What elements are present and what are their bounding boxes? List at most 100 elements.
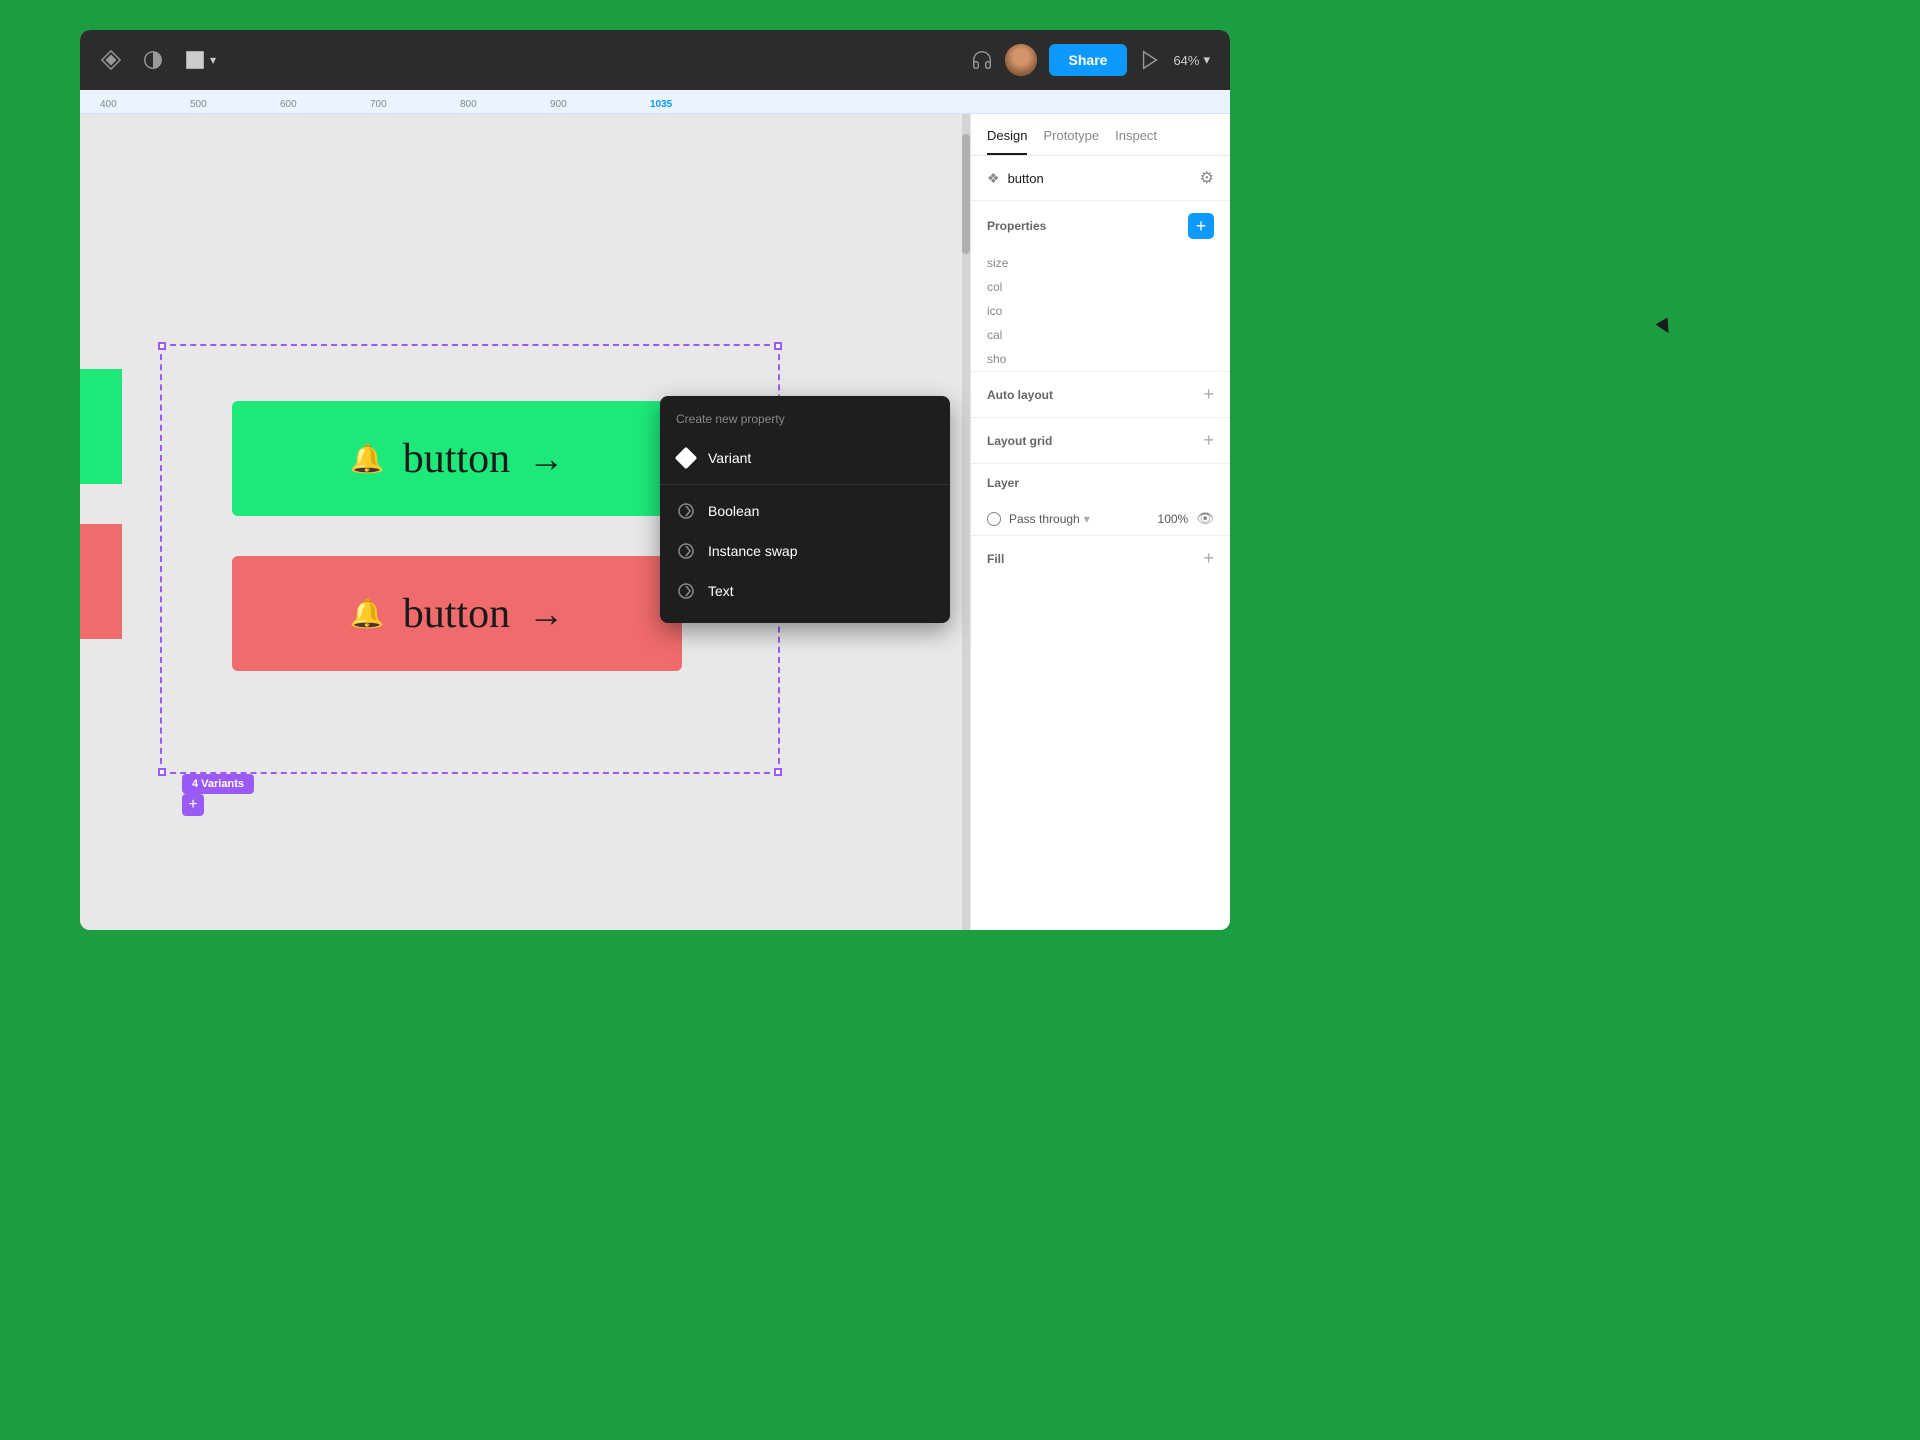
boolean-icon <box>676 501 696 521</box>
property-key-col: col <box>987 280 1214 294</box>
swatch-green <box>80 369 122 484</box>
ruler: 400 500 600 700 800 900 1035 <box>80 90 1230 114</box>
tab-prototype[interactable]: Prototype <box>1043 128 1099 155</box>
layout-grid-section: Layout grid + <box>971 417 1230 463</box>
layer-row: Pass through ▾ 100% 👁 <box>971 502 1230 535</box>
button-label-red: button <box>403 590 510 638</box>
property-row-sho: sho <box>971 347 1230 371</box>
zoom-control[interactable]: 64% ▾ <box>1173 52 1210 68</box>
auto-layout-section: Auto layout + <box>971 371 1230 417</box>
arrow-icon-green: → <box>528 438 564 480</box>
bell-icon-green: 🔔 <box>350 442 385 475</box>
ruler-mark-800: 800 <box>460 90 477 113</box>
settings-icon[interactable]: ⚙ <box>1200 168 1214 188</box>
instance-swap-icon <box>676 541 696 561</box>
dropdown-label-boolean: Boolean <box>708 503 759 519</box>
property-row-size: size <box>971 251 1230 275</box>
dropdown-item-text[interactable]: Text <box>660 571 950 611</box>
dropdown-item-boolean[interactable]: Boolean <box>660 491 950 531</box>
create-property-dropdown: Create new property Variant <box>660 396 950 623</box>
layer-blend-chevron-icon: ▾ <box>1084 512 1090 526</box>
fill-section: Fill + <box>971 535 1230 581</box>
layout-grid-title: Layout grid <box>987 434 1052 448</box>
avatar[interactable] <box>1005 44 1037 76</box>
contrast-icon[interactable] <box>142 49 164 71</box>
dropdown-item-variant[interactable]: Variant <box>660 438 950 478</box>
fill-section-header: Fill + <box>971 536 1230 581</box>
tab-inspect[interactable]: Inspect <box>1115 128 1157 155</box>
variant-icon <box>676 448 696 468</box>
layer-blend-mode-value: Pass through <box>1009 512 1080 526</box>
corner-handle-tr <box>774 342 782 350</box>
property-key-ico: ico <box>987 304 1214 318</box>
panel-tabs: Design Prototype Inspect <box>971 114 1230 156</box>
layer-title: Layer <box>987 476 1019 490</box>
dropdown-label-instance-swap: Instance swap <box>708 543 798 559</box>
ruler-mark-500: 500 <box>190 90 207 113</box>
toolbar-center: Share 64% ▾ <box>971 44 1210 76</box>
layer-blend-icon <box>987 512 1001 526</box>
fill-add-button[interactable]: + <box>1203 548 1214 569</box>
toolbar: ▾ Share <box>80 30 1230 90</box>
figma-logo-icon[interactable] <box>100 49 122 71</box>
property-key-sho: sho <box>987 352 1214 366</box>
bell-icon-red: 🔔 <box>350 597 385 630</box>
corner-handle-bl <box>158 768 166 776</box>
auto-layout-title: Auto layout <box>987 388 1053 402</box>
add-property-icon: + <box>1196 216 1207 237</box>
add-property-button[interactable]: + <box>1188 213 1214 239</box>
button-label-green: button <box>403 435 510 483</box>
canvas-scrollbar[interactable] <box>962 114 970 930</box>
corner-handle-br <box>774 768 782 776</box>
dropdown-label-variant: Variant <box>708 450 751 466</box>
button-green[interactable]: 🔔 button → <box>232 401 682 516</box>
ruler-mark-600: 600 <box>280 90 297 113</box>
ruler-inner: 400 500 600 700 800 900 1035 <box>80 90 1230 113</box>
headphones-icon[interactable] <box>971 49 993 71</box>
component-name-label: button <box>1008 171 1200 186</box>
zoom-chevron-icon: ▾ <box>1203 52 1210 68</box>
property-row-cal: cal <box>971 323 1230 347</box>
layer-section-header: Layer <box>971 464 1230 502</box>
property-key-size: size <box>987 256 1214 270</box>
property-row-col: col <box>971 275 1230 299</box>
button-red[interactable]: 🔔 button → <box>232 556 682 671</box>
app-window: ▾ Share <box>80 30 1230 930</box>
corner-handle-tl <box>158 342 166 350</box>
fill-title: Fill <box>987 552 1004 566</box>
ruler-mark-1035: 1035 <box>650 90 672 113</box>
property-key-cal: cal <box>987 328 1214 342</box>
auto-layout-add-button[interactable]: + <box>1203 384 1214 405</box>
swatch-red <box>80 524 122 639</box>
play-icon[interactable] <box>1139 49 1161 71</box>
properties-title: Properties <box>987 219 1046 233</box>
right-panel: Design Prototype Inspect ❖ button ⚙ Prop… <box>970 114 1230 930</box>
layer-opacity-value[interactable]: 100% <box>1158 512 1189 526</box>
layer-blend-mode-select[interactable]: Pass through ▾ <box>1009 512 1150 526</box>
dropdown-header: Create new property <box>660 412 950 438</box>
property-row-ico: ico <box>971 299 1230 323</box>
component-name-row: ❖ button ⚙ <box>971 156 1230 201</box>
variants-add-button[interactable]: + <box>182 794 204 816</box>
eye-icon[interactable]: 👁 <box>1196 510 1214 527</box>
component-icon[interactable]: ▾ <box>184 49 216 71</box>
layout-grid-add-button[interactable]: + <box>1203 430 1214 451</box>
dropdown-label-text: Text <box>708 583 734 599</box>
canvas[interactable]: 🔔 button → 🔔 button → 4 Variants + Creat… <box>80 114 970 930</box>
scrollbar-thumb[interactable] <box>962 134 970 254</box>
text-property-icon <box>676 581 696 601</box>
properties-section-header: Properties + <box>971 201 1230 251</box>
ruler-mark-400: 400 <box>100 90 117 113</box>
component-type-icon: ❖ <box>987 170 1000 187</box>
layout-grid-header: Layout grid + <box>971 418 1230 463</box>
zoom-value: 64% <box>1173 53 1199 68</box>
content-area: 🔔 button → 🔔 button → 4 Variants + Creat… <box>80 114 1230 930</box>
dropdown-divider <box>660 484 950 485</box>
auto-layout-header: Auto layout + <box>971 372 1230 417</box>
share-button[interactable]: Share <box>1049 44 1128 76</box>
toolbar-left: ▾ <box>100 49 216 71</box>
layer-section: Layer Pass through ▾ 100% 👁 <box>971 463 1230 535</box>
tab-design[interactable]: Design <box>987 128 1027 155</box>
ruler-mark-700: 700 <box>370 90 387 113</box>
dropdown-item-instance-swap[interactable]: Instance swap <box>660 531 950 571</box>
